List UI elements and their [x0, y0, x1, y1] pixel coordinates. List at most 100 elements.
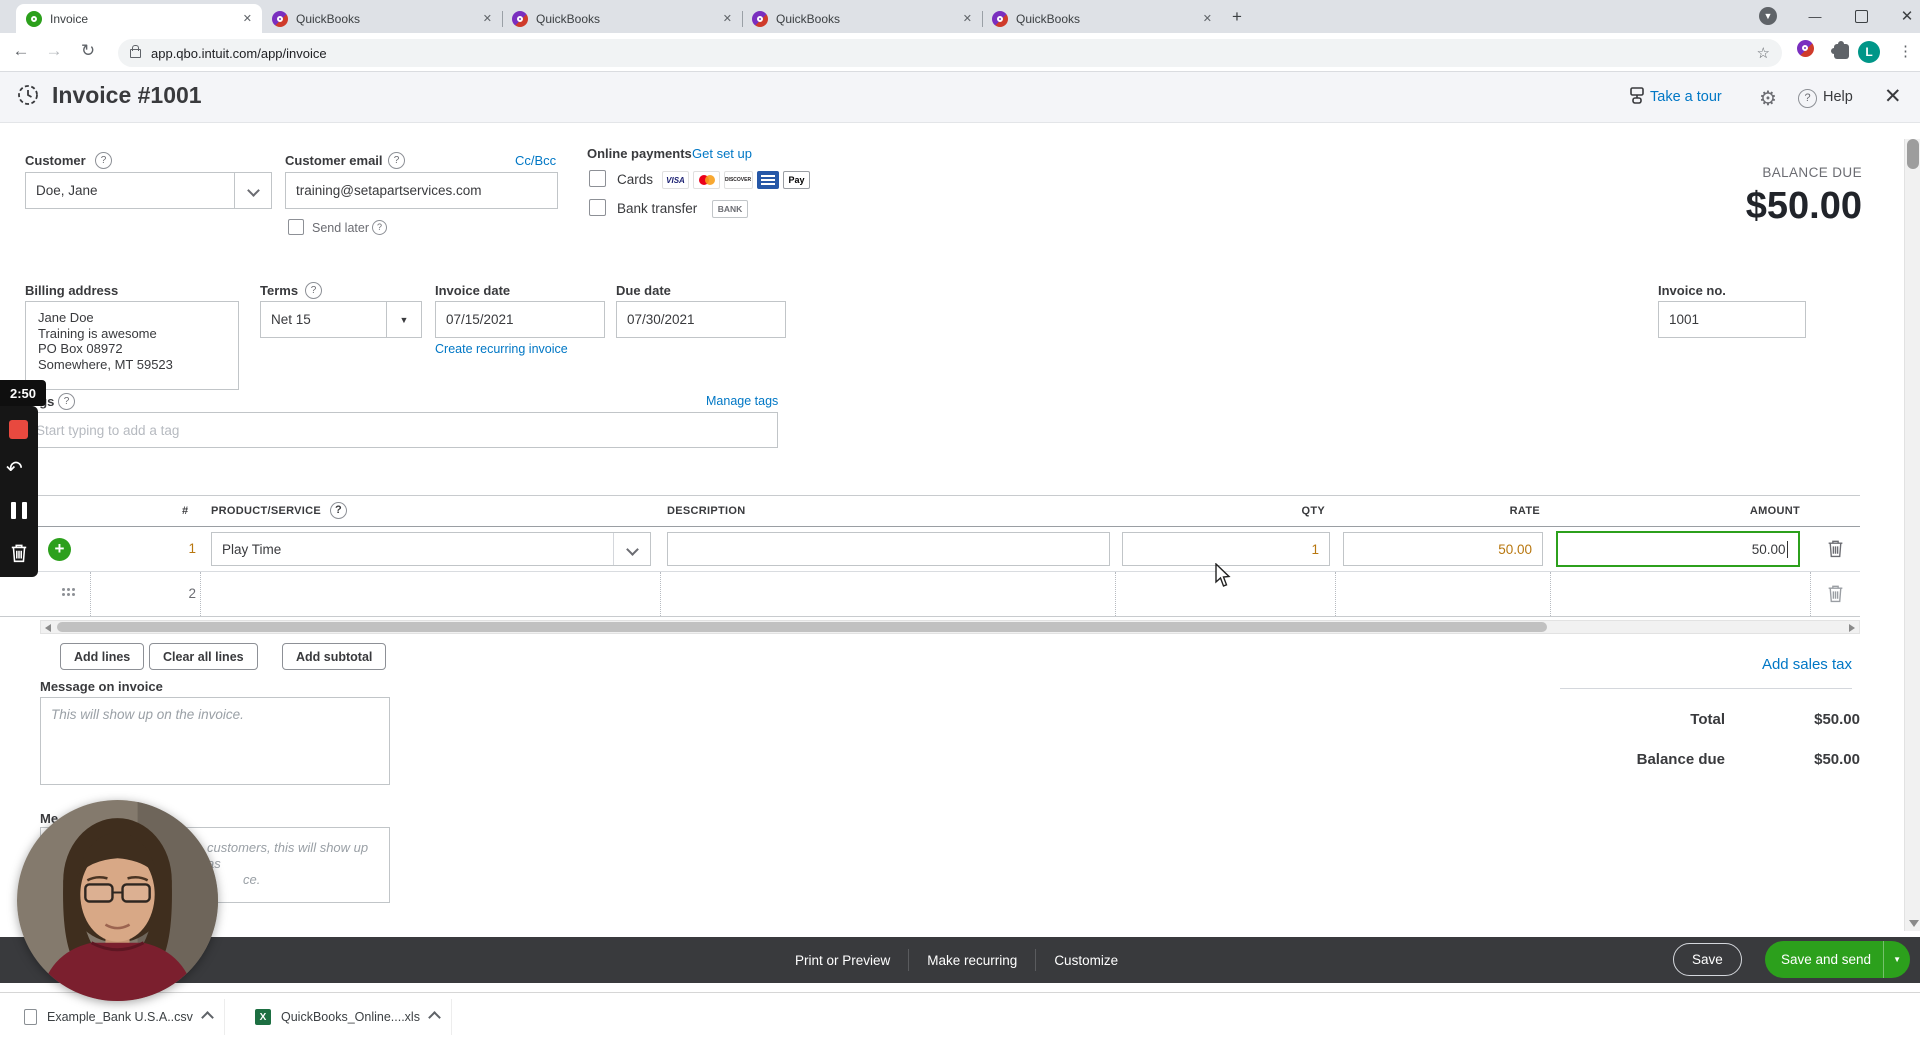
help-label[interactable]: Help	[1823, 89, 1853, 105]
scroll-left-arrow[interactable]	[45, 624, 51, 632]
rate-input[interactable]: 50.00	[1343, 532, 1543, 566]
address-bar[interactable]: app.qbo.intuit.com/app/invoice ☆	[118, 39, 1782, 67]
save-button[interactable]: Save	[1673, 943, 1742, 976]
add-lines-button[interactable]: Add lines	[60, 643, 144, 670]
product-service-select[interactable]: Play Time	[211, 532, 651, 566]
page-close-icon[interactable]: ✕	[1884, 84, 1902, 109]
reload-icon[interactable]: ↻	[76, 41, 100, 61]
tags-input[interactable]	[25, 412, 778, 448]
balance-due-row-value: $50.00	[1660, 751, 1860, 768]
invoice-no-label: Invoice no.	[1658, 283, 1726, 298]
add-sales-tax-link[interactable]: Add sales tax	[1652, 656, 1852, 673]
download-item-xls[interactable]: X QuickBooks_Online....xls	[243, 999, 452, 1035]
chevron-up-icon[interactable]	[428, 1011, 441, 1024]
make-recurring-button[interactable]: Make recurring	[927, 953, 1017, 968]
drag-handle-icon[interactable]	[62, 588, 75, 596]
tab-close-icon[interactable]: ✕	[963, 12, 972, 25]
delete-row-trash-icon[interactable]	[1827, 539, 1844, 561]
tab-quickbooks-2[interactable]: QuickBooks ✕	[502, 4, 742, 33]
mastercard-badge	[693, 171, 720, 189]
cards-checkbox[interactable]	[589, 170, 606, 187]
customer-email-help-icon[interactable]: ?	[388, 152, 405, 169]
delete-row-trash-icon[interactable]	[1827, 584, 1844, 606]
new-tab-button[interactable]: +	[1232, 7, 1242, 27]
tab-quickbooks-4[interactable]: QuickBooks ✕	[982, 4, 1222, 33]
chevron-down-icon[interactable]	[613, 533, 650, 565]
customer-select[interactable]: Doe, Jane	[25, 172, 272, 209]
description-input[interactable]	[667, 532, 1110, 566]
tab-label: QuickBooks	[776, 12, 955, 26]
window-close-button[interactable]: ✕	[1884, 0, 1920, 32]
url-text[interactable]: app.qbo.intuit.com/app/invoice	[151, 46, 1757, 61]
forward-icon[interactable]: →	[42, 41, 66, 61]
add-subtotal-button[interactable]: Add subtotal	[282, 643, 386, 670]
window-maximize-button[interactable]	[1838, 0, 1884, 32]
customize-button[interactable]: Customize	[1054, 953, 1118, 968]
window-minimize-button[interactable]: —	[1792, 0, 1838, 32]
tab-search-button[interactable]: ▼	[1745, 0, 1791, 32]
bank-transfer-checkbox[interactable]	[589, 199, 606, 216]
cc-bcc-link[interactable]: Cc/Bcc	[515, 153, 556, 168]
table-horizontal-scrollbar[interactable]	[40, 620, 1860, 634]
delete-recording-trash-icon[interactable]	[10, 543, 28, 566]
message-on-invoice-textarea[interactable]	[40, 697, 390, 785]
save-and-send-button[interactable]: Save and send ▼	[1765, 941, 1910, 978]
invoice-history-clock-icon[interactable]	[16, 83, 40, 110]
tab-close-icon[interactable]: ✕	[723, 12, 732, 25]
browser-menu-icon[interactable]: ⋮	[1898, 42, 1913, 60]
chevron-down-icon[interactable]	[234, 173, 271, 208]
back-icon[interactable]: ←	[9, 41, 33, 61]
qty-input[interactable]: 1	[1122, 532, 1330, 566]
tab-close-icon[interactable]: ✕	[243, 12, 252, 25]
tab-close-icon[interactable]: ✕	[483, 12, 492, 25]
download-item-csv[interactable]: Example_Bank U.S.A..csv	[12, 999, 225, 1035]
billing-address-box[interactable]: Jane Doe Training is awesome PO Box 0897…	[25, 301, 239, 390]
bookmark-star-icon[interactable]: ☆	[1757, 44, 1770, 62]
scrollbar-thumb[interactable]	[57, 622, 1547, 632]
clear-all-lines-button[interactable]: Clear all lines	[149, 643, 258, 670]
customer-email-input[interactable]: training@setapartservices.com	[285, 172, 558, 209]
gear-icon[interactable]: ⚙	[1759, 86, 1777, 111]
tags-help-icon[interactable]: ?	[58, 393, 75, 410]
tab-close-icon[interactable]: ✕	[1203, 12, 1212, 25]
quickbooks-extension-icon[interactable]	[1797, 40, 1814, 61]
stop-recording-button[interactable]	[9, 420, 28, 439]
take-a-tour-link[interactable]: Take a tour	[1650, 89, 1722, 105]
send-later-checkbox[interactable]	[288, 219, 304, 235]
chevron-down-icon[interactable]: ▼	[1884, 955, 1910, 964]
manage-tags-link[interactable]: Manage tags	[706, 394, 778, 408]
billing-line: Training is awesome	[38, 326, 226, 342]
row-number: 1	[160, 541, 196, 556]
page-vertical-scrollbar[interactable]	[1904, 139, 1920, 931]
terms-help-icon[interactable]: ?	[305, 282, 322, 299]
download-file-name: QuickBooks_Online....xls	[281, 1010, 420, 1024]
tab-invoice[interactable]: Invoice ✕	[16, 4, 262, 33]
product-help-icon[interactable]: ?	[330, 502, 347, 519]
extensions-puzzle-icon[interactable]	[1834, 44, 1849, 62]
get-set-up-link[interactable]: Get set up	[692, 146, 752, 161]
invoice-date-input[interactable]: 07/15/2021	[435, 301, 605, 338]
print-or-preview-button[interactable]: Print or Preview	[795, 953, 890, 968]
chevron-up-icon[interactable]	[201, 1011, 214, 1024]
chevron-down-icon[interactable]: ▼	[386, 302, 421, 337]
customer-help-icon[interactable]: ?	[95, 152, 112, 169]
pause-icon[interactable]	[11, 502, 27, 519]
help-icon[interactable]: ?	[1798, 89, 1817, 108]
scroll-down-arrow[interactable]	[1909, 920, 1919, 927]
bank-transfer-label: Bank transfer	[617, 201, 697, 216]
add-row-plus-icon[interactable]: +	[48, 538, 71, 561]
amount-input-focused[interactable]: 50.00	[1556, 531, 1800, 567]
scroll-right-arrow[interactable]	[1849, 624, 1855, 632]
invoice-no-input[interactable]: 1001	[1658, 301, 1806, 338]
recording-toolbar: ↶	[0, 406, 38, 577]
create-recurring-invoice-link[interactable]: Create recurring invoice	[435, 342, 568, 356]
terms-select[interactable]: Net 15 ▼	[260, 301, 422, 338]
tab-quickbooks-1[interactable]: QuickBooks ✕	[262, 4, 502, 33]
undo-icon[interactable]: ↶	[6, 456, 23, 481]
profile-avatar[interactable]: L	[1858, 41, 1880, 63]
send-later-help-icon[interactable]: ?	[372, 220, 387, 235]
scrollbar-thumb[interactable]	[1907, 139, 1919, 169]
due-date-input[interactable]: 07/30/2021	[616, 301, 786, 338]
tab-quickbooks-3[interactable]: QuickBooks ✕	[742, 4, 982, 33]
mouse-cursor	[1215, 563, 1233, 592]
